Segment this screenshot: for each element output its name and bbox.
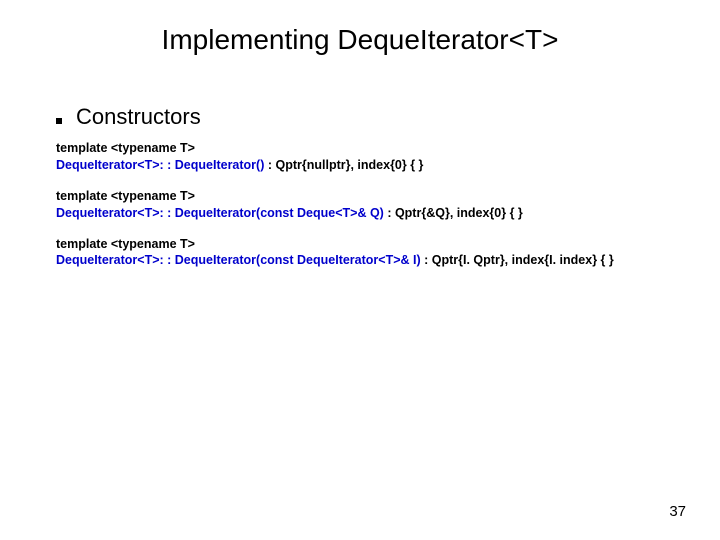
code-signature: DequeIterator<T>: : DequeIterator(const …	[56, 253, 421, 267]
code-initializer: : Qptr{&Q}, index{0} { }	[384, 206, 523, 220]
code-signature: DequeIterator<T>: : DequeIterator(const …	[56, 206, 384, 220]
slide-content: Constructors template <typename T> Deque…	[56, 104, 680, 283]
bullet-row: Constructors	[56, 104, 680, 130]
code-initializer: : Qptr{nullptr}, index{0} { }	[264, 158, 423, 172]
code-signature: DequeIterator<T>: : DequeIterator()	[56, 158, 264, 172]
code-block-1: template <typename T> DequeIterator<T>: …	[56, 140, 680, 174]
code-template-line: template <typename T>	[56, 188, 680, 205]
bullet-text: Constructors	[76, 104, 201, 130]
code-signature-line: DequeIterator<T>: : DequeIterator(const …	[56, 252, 680, 269]
page-number: 37	[669, 503, 686, 520]
slide: Implementing DequeIterator<T> Constructo…	[0, 0, 720, 540]
code-template-line: template <typename T>	[56, 140, 680, 157]
slide-title: Implementing DequeIterator<T>	[0, 24, 720, 56]
code-block-3: template <typename T> DequeIterator<T>: …	[56, 236, 680, 270]
code-signature-line: DequeIterator<T>: : DequeIterator() : Qp…	[56, 157, 680, 174]
code-signature-line: DequeIterator<T>: : DequeIterator(const …	[56, 205, 680, 222]
code-initializer: : Qptr{I. Qptr}, index{I. index} { }	[421, 253, 614, 267]
code-block-2: template <typename T> DequeIterator<T>: …	[56, 188, 680, 222]
bullet-dot-icon	[56, 118, 62, 124]
code-template-line: template <typename T>	[56, 236, 680, 253]
